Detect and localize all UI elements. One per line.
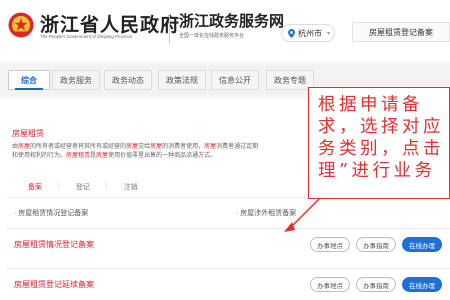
online-handle-button[interactable]: 在线办理 [402, 237, 442, 252]
annotation-text: 根据申请备 求，选择对应 务类别，点击 理”进行业务 [318, 95, 444, 181]
desc-text: 和使用权利的行为。 [12, 153, 67, 159]
service-net-title[interactable]: 浙江政务服务网 [179, 10, 284, 31]
tab-comprehensive[interactable]: 综合 [8, 70, 50, 90]
annotation-callout: 根据申请备 求，选择对应 务类别，点击 理”进行业务 [308, 87, 450, 199]
desc-highlight: 房屋 [204, 144, 217, 150]
tab-info-disclosure[interactable]: 信息公开 [211, 70, 259, 90]
list-item[interactable]: · 房屋涉外租赁备案 [236, 208, 296, 218]
national-emblem-icon[interactable] [8, 12, 34, 38]
guide-button[interactable]: 办事指南 [356, 277, 396, 292]
search-input[interactable]: 房屋租赁登记备案 [352, 22, 450, 42]
online-handle-button[interactable]: 在线办理 [402, 277, 442, 292]
service-title[interactable]: 房屋租赁登记延续备案 [14, 279, 94, 290]
desc-highlight: 房屋 [150, 144, 163, 150]
site-header: 浙江省人民政府 The People's Government of Zheji… [0, 0, 450, 60]
guide-button[interactable]: 办事指南 [356, 237, 396, 252]
tab-gov-services[interactable]: 政务服务 [52, 70, 100, 90]
list-item[interactable]: · 房屋租赁情况登记备案 [14, 208, 88, 218]
tab-gov-news[interactable]: 政务动态 [104, 70, 152, 90]
service-title[interactable]: 房屋租赁情况登记备案 [14, 239, 94, 250]
location-button[interactable]: 办事地点 [310, 277, 350, 292]
desc-text: 的所有者或经营者将其所有或经营的 [30, 144, 127, 150]
category-filter: 备案 | 登记 | 注销 [28, 182, 138, 192]
desc-highlight: 房屋租赁 [66, 153, 91, 159]
category-record[interactable]: 备案 [28, 182, 42, 192]
category-separator: | [105, 182, 108, 189]
desc-highlight: 房屋 [96, 153, 109, 159]
service-row: 房屋租赁登记延续备案 办事地点 办事指南 在线办理 [6, 268, 450, 300]
city-selector-label: 杭州市 [298, 28, 322, 38]
service-net-subtitle: 全国一体化在线政务服务平台 [179, 33, 245, 39]
desc-highlight: 房屋 [18, 144, 31, 150]
site-name-en: The People's Government of Zhejiang Prov… [40, 34, 133, 39]
desc-text: 的消费者使用， [162, 144, 205, 150]
category-cancel[interactable]: 注销 [124, 182, 138, 192]
location-pin-icon [288, 28, 295, 38]
desc-highlight: 房屋 [126, 144, 139, 150]
section-description: 由房屋的所有者或经营者将其所有或经营的房屋交给房屋的消费者使用，房屋消费者通过定… [12, 143, 294, 161]
tab-policies[interactable]: 政策法规 [158, 70, 206, 90]
site-name-cn[interactable]: 浙江省人民政府 [40, 10, 180, 37]
chevron-down-icon: ▾ [327, 30, 331, 37]
city-selector[interactable]: 杭州市 ▾ [281, 24, 335, 42]
category-separator: | [58, 182, 60, 189]
tab-gov-topics[interactable]: 政务专题 [266, 70, 314, 90]
desc-text: 消费者通过定期 [216, 144, 259, 150]
header-divider [169, 14, 170, 44]
section-title[interactable]: 房屋租赁 [12, 128, 44, 139]
desc-text: 交给 [138, 144, 151, 150]
desc-text: 使用价值零星出售的一种商品流通方式。 [108, 153, 217, 159]
location-button[interactable]: 办事地点 [310, 237, 350, 252]
service-row: 房屋租赁情况登记备案 办事地点 办事指南 在线办理 [6, 228, 450, 260]
category-register[interactable]: 登记 [76, 182, 90, 192]
